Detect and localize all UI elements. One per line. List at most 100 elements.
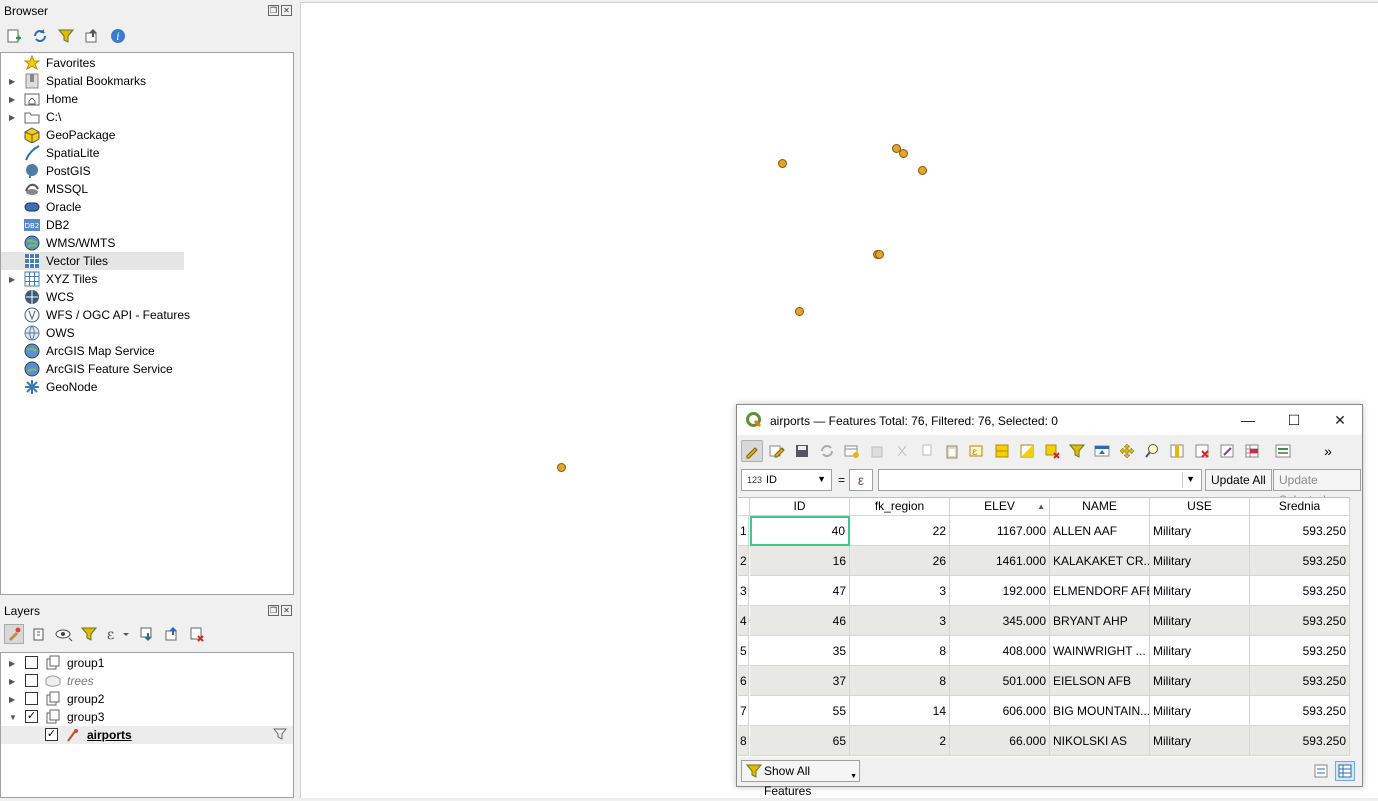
airport-point[interactable] [795, 307, 804, 316]
dock-table-button[interactable] [1272, 440, 1294, 462]
layer-checkbox[interactable]: ✓ [45, 728, 58, 741]
delete-feature-button[interactable] [866, 440, 888, 462]
chevron-right-icon[interactable]: ▶ [9, 275, 19, 284]
table-cell[interactable]: 66.000 [950, 726, 1050, 756]
table-cell[interactable]: 8 [850, 636, 950, 666]
table-cell[interactable]: 593.250 [1250, 516, 1350, 546]
table-cell[interactable]: Military [1150, 666, 1250, 696]
expand-all-button[interactable] [137, 624, 157, 644]
close-icon[interactable]: ✕ [281, 605, 292, 616]
table-cell[interactable]: 22 [850, 516, 950, 546]
remove-layer-button[interactable] [187, 624, 207, 644]
column-header[interactable]: Srednia [1250, 498, 1350, 516]
add-layer-button[interactable] [4, 26, 24, 46]
chevron-right-icon[interactable]: ▶ [9, 77, 19, 86]
table-cell[interactable]: 345.000 [950, 606, 1050, 636]
layer-item[interactable]: ▶ trees [1, 672, 293, 690]
column-header[interactable]: USE [1150, 498, 1250, 516]
table-cell[interactable]: Military [1150, 696, 1250, 726]
show-all-features-button[interactable]: Show All Features ▼ [741, 760, 860, 798]
table-cell[interactable]: 593.250 [1250, 636, 1350, 666]
chevron-right-icon[interactable]: ▶ [9, 677, 19, 686]
table-cell[interactable]: 3 [850, 606, 950, 636]
table-cell[interactable]: 593.250 [1250, 666, 1350, 696]
field-calculator-button[interactable] [1216, 440, 1238, 462]
grid-corner[interactable] [738, 498, 750, 516]
airport-point[interactable] [899, 149, 908, 158]
toggle-editing-button[interactable] [741, 440, 763, 462]
browser-item[interactable]: Vector Tiles [1, 252, 184, 270]
browser-item[interactable]: ▶ Spatial Bookmarks [1, 72, 291, 90]
form-view-button[interactable] [1311, 761, 1331, 781]
close-window-button[interactable]: ✕ [1330, 410, 1350, 430]
browser-item[interactable]: Oracle [1, 198, 291, 216]
airport-point[interactable] [875, 250, 884, 259]
delete-field-button[interactable] [1191, 440, 1213, 462]
browser-item[interactable]: PostGIS [1, 162, 291, 180]
table-cell[interactable]: Military [1150, 606, 1250, 636]
expression-filter-button[interactable]: ε [104, 624, 132, 644]
more-tools-button[interactable]: » [1317, 440, 1339, 462]
table-cell[interactable]: WAINWRIGHT ... [1050, 636, 1150, 666]
window-titlebar[interactable]: airports — Features Total: 76, Filtered:… [737, 405, 1362, 435]
table-cell[interactable]: 26 [850, 546, 950, 576]
row-number[interactable]: 6 [738, 666, 749, 696]
select-by-expression-button[interactable]: ε [966, 440, 988, 462]
browser-item[interactable]: ArcGIS Map Service [1, 342, 291, 360]
table-cell[interactable]: 606.000 [950, 696, 1050, 726]
pan-to-selection-button[interactable] [1116, 440, 1138, 462]
row-number[interactable]: 4 [738, 606, 749, 636]
row-number[interactable]: 3 [738, 576, 749, 606]
table-cell[interactable]: 40 [750, 516, 850, 546]
value-expression-input[interactable]: ▼ [878, 469, 1202, 491]
collapse-all-button[interactable] [82, 26, 102, 46]
table-cell[interactable]: NIKOLSKI AS [1050, 726, 1150, 756]
conditional-formatting-button[interactable] [1241, 440, 1263, 462]
airport-point[interactable] [778, 159, 787, 168]
table-cell[interactable]: 47 [750, 576, 850, 606]
airport-point[interactable] [557, 463, 566, 472]
layer-filter-icon[interactable] [272, 727, 288, 744]
table-cell[interactable]: 37 [750, 666, 850, 696]
layer-checkbox[interactable] [25, 692, 38, 705]
layer-item[interactable]: ▼ ✓ group3 [1, 708, 293, 726]
chevron-down-icon[interactable]: ▼ [9, 713, 19, 722]
browser-item[interactable]: ArcGIS Feature Service [1, 360, 291, 378]
browser-item[interactable]: GeoNode [1, 378, 291, 396]
table-cell[interactable]: Military [1150, 546, 1250, 576]
layer-item[interactable]: ▶ group2 [1, 690, 293, 708]
table-cell[interactable]: KALAKAKET CR... [1050, 546, 1150, 576]
table-view-button[interactable] [1335, 761, 1355, 781]
filter-select-button[interactable] [1066, 440, 1088, 462]
filter-legend-button[interactable] [79, 624, 99, 644]
table-cell[interactable]: 14 [850, 696, 950, 726]
table-cell[interactable]: 65 [750, 726, 850, 756]
select-all-button[interactable] [991, 440, 1013, 462]
row-number[interactable]: 1 [738, 516, 749, 546]
browser-item[interactable]: ▶ Home [1, 90, 291, 108]
chevron-down-icon[interactable]: ▼ [1186, 474, 1195, 484]
table-cell[interactable]: 35 [750, 636, 850, 666]
close-icon[interactable]: ✕ [281, 5, 292, 16]
style-layer-button[interactable] [4, 624, 24, 644]
layer-checkbox[interactable] [25, 656, 38, 669]
table-cell[interactable]: ALLEN AAF [1050, 516, 1150, 546]
table-cell[interactable]: ELMENDORF AFB [1050, 576, 1150, 606]
column-header[interactable]: fk_region [850, 498, 950, 516]
chevron-right-icon[interactable]: ▶ [9, 95, 19, 104]
invert-selection-button[interactable] [1016, 440, 1038, 462]
browser-item[interactable]: WMS/WMTS [1, 234, 291, 252]
table-cell[interactable]: 2 [850, 726, 950, 756]
filter-button[interactable] [56, 26, 76, 46]
table-cell[interactable]: 593.250 [1250, 546, 1350, 576]
cut-icon[interactable] [891, 440, 913, 462]
reload-button[interactable] [816, 440, 838, 462]
maximize-button[interactable]: ☐ [1284, 410, 1304, 430]
row-number[interactable]: 2 [738, 546, 749, 576]
table-cell[interactable]: 593.250 [1250, 576, 1350, 606]
table-cell[interactable]: Military [1150, 516, 1250, 546]
chevron-right-icon[interactable]: ▶ [9, 113, 19, 122]
table-cell[interactable]: 46 [750, 606, 850, 636]
table-cell[interactable]: EIELSON AFB [1050, 666, 1150, 696]
info-icon[interactable]: i [108, 26, 128, 46]
